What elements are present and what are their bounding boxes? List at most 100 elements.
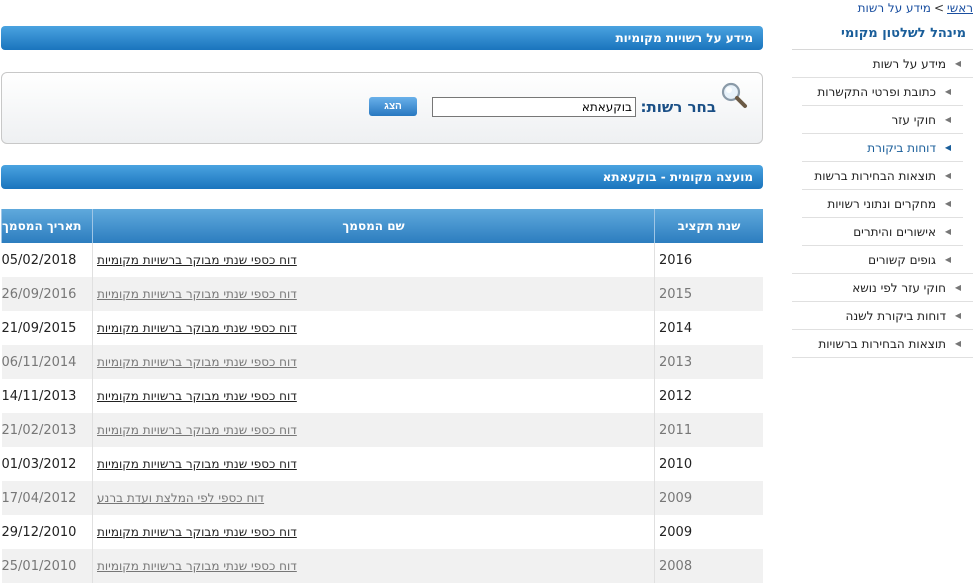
sidebar-item-audit-reports[interactable]: ◀ דוחות ביקורת xyxy=(802,134,963,162)
sidebar-item-authority-info[interactable]: ◀ מידע על רשות xyxy=(792,50,973,78)
sidebar-item-label: תוצאות הבחירות ברשות xyxy=(814,168,936,183)
cell-document: דוח כספי שנתי מבוקר ברשויות מקומיות xyxy=(92,413,655,447)
document-link[interactable]: דוח כספי שנתי מבוקר ברשויות מקומיות xyxy=(97,355,297,369)
arrow-left-icon: ◀ xyxy=(954,59,961,68)
cell-document: דוח כספי שנתי מבוקר ברשויות מקומיות xyxy=(92,243,655,277)
sidebar-item-related-bodies[interactable]: ◀ גופים קשורים xyxy=(802,246,963,273)
cell-document: דוח כספי שנתי מבוקר ברשויות מקומיות xyxy=(92,277,655,311)
breadcrumb-home-link[interactable]: ראשי xyxy=(947,1,973,15)
cell-year: 2009 xyxy=(654,515,763,549)
column-header-document[interactable]: שם המסמך xyxy=(92,209,655,243)
cell-document: דוח כספי שנתי מבוקר ברשויות מקומיות xyxy=(92,345,655,379)
cell-year: 2015 xyxy=(654,277,763,311)
sidebar-item-label: כתובת ופרטי התקשרות xyxy=(817,84,936,99)
sidebar-item-bylaws-by-topic[interactable]: ◀ חוקי עזר לפי נושא xyxy=(792,273,973,302)
council-title-bar: מועצה מקומית - בוקעאתא xyxy=(1,165,763,189)
cell-document: דוח כספי שנתי מבוקר ברשויות מקומיות xyxy=(92,515,655,549)
sidebar-item-election-results[interactable]: ◀ תוצאות הבחירות ברשות xyxy=(802,162,963,190)
table-row: 2012 דוח כספי שנתי מבוקר ברשויות מקומיות 1… xyxy=(1,379,763,413)
show-button[interactable]: הצג xyxy=(369,97,417,116)
sidebar-item-label: אישורים והיתרים xyxy=(853,224,936,239)
cell-date: 05/02/2018 xyxy=(1,243,93,277)
table-row: 2015 דוח כספי שנתי מבוקר ברשויות מקומיות 2… xyxy=(1,277,763,311)
table-row: 2009 דוח כספי שנתי מבוקר ברשויות מקומיות 2… xyxy=(1,515,763,549)
cell-year: 2010 xyxy=(654,447,763,481)
cell-year: 2016 xyxy=(654,243,763,277)
cell-date: 01/03/2012 xyxy=(1,447,93,481)
table-row: 2009 דוח כספי לפי המלצת ועדת ברנע 17/04/20… xyxy=(1,481,763,515)
table-row: 2010 דוח כספי שנתי מבוקר ברשויות מקומיות 0… xyxy=(1,447,763,481)
cell-date: 21/02/2013 xyxy=(1,413,93,447)
cell-document: דוח כספי שנתי מבוקר ברשויות מקומיות xyxy=(92,311,655,345)
page-title: מידע על רשויות מקומיות xyxy=(615,31,753,45)
cell-date: 25/01/2010 xyxy=(1,549,93,583)
breadcrumb: ראשי>מידע על רשות xyxy=(858,1,973,15)
cell-year: 2012 xyxy=(654,379,763,413)
documents-table: שנת תקציב שם המסמך תאריך המסמך 2016 דוח כ… xyxy=(1,209,763,583)
sidebar-item-permits[interactable]: ◀ אישורים והיתרים xyxy=(802,218,963,246)
table-header-row: שנת תקציב שם המסמך תאריך המסמך xyxy=(1,209,763,243)
column-header-date[interactable]: תאריך המסמך xyxy=(1,209,93,243)
sidebar-item-label: תוצאות הבחירות ברשויות xyxy=(818,336,946,351)
cell-date: 29/12/2010 xyxy=(1,515,93,549)
cell-document: דוח כספי שנתי מבוקר ברשויות מקומיות xyxy=(92,549,655,583)
authority-select-label: בחר רשות: xyxy=(640,98,716,116)
cell-document: דוח כספי שנתי מבוקר ברשויות מקומיות xyxy=(92,379,655,413)
table-row: 2013 דוח כספי שנתי מבוקר ברשויות מקומיות 0… xyxy=(1,345,763,379)
breadcrumb-separator: > xyxy=(933,1,945,15)
table-row: 2014 דוח כספי שנתי מבוקר ברשויות מקומיות 2… xyxy=(1,311,763,345)
sidebar-item-audit-by-year[interactable]: ◀ דוחות ביקורת לשנה xyxy=(792,302,973,330)
arrow-left-icon: ◀ xyxy=(944,255,951,264)
cell-year: 2009 xyxy=(654,481,763,515)
document-link[interactable]: דוח כספי שנתי מבוקר ברשויות מקומיות xyxy=(97,559,297,573)
document-link[interactable]: דוח כספי שנתי מבוקר ברשויות מקומיות xyxy=(97,389,297,403)
sidebar-item-contact[interactable]: ◀ כתובת ופרטי התקשרות xyxy=(802,78,963,106)
cell-year: 2008 xyxy=(654,549,763,583)
arrow-left-icon: ◀ xyxy=(944,199,951,208)
sidebar-item-label: דוחות ביקורת לשנה xyxy=(845,308,946,323)
column-header-year[interactable]: שנת תקציב xyxy=(654,209,763,243)
table-row: 2011 דוח כספי שנתי מבוקר ברשויות מקומיות 2… xyxy=(1,413,763,447)
document-link[interactable]: דוח כספי לפי המלצת ועדת ברנע xyxy=(97,491,264,505)
sidebar-item-label: מידע על רשות xyxy=(872,56,946,71)
sidebar-item-bylaws[interactable]: ◀ חוקי עזר xyxy=(802,106,963,134)
sidebar: מינהל לשלטון מקומי ◀ מידע על רשות ◀ כתובת … xyxy=(792,22,973,358)
cell-document: דוח כספי לפי המלצת ועדת ברנע xyxy=(92,481,655,515)
cell-year: 2011 xyxy=(654,413,763,447)
breadcrumb-current[interactable]: מידע על רשות xyxy=(858,1,931,15)
sidebar-item-label: חוקי עזר לפי נושא xyxy=(852,280,946,295)
arrow-left-icon: ◀ xyxy=(944,115,951,124)
arrow-left-icon: ◀ xyxy=(944,87,951,96)
table-row: 2016 דוח כספי שנתי מבוקר ברשויות מקומיות 0… xyxy=(1,243,763,277)
search-panel: בחר רשות: הצג xyxy=(1,72,763,144)
document-link[interactable]: דוח כספי שנתי מבוקר ברשויות מקומיות xyxy=(97,457,297,471)
document-link[interactable]: דוח כספי שנתי מבוקר ברשויות מקומיות xyxy=(97,321,297,335)
cell-date: 17/04/2012 xyxy=(1,481,93,515)
cell-year: 2013 xyxy=(654,345,763,379)
cell-date: 21/09/2015 xyxy=(1,311,93,345)
arrow-left-icon: ◀ xyxy=(944,171,951,180)
cell-document: דוח כספי שנתי מבוקר ברשויות מקומיות xyxy=(92,447,655,481)
document-link[interactable]: דוח כספי שנתי מבוקר ברשויות מקומיות xyxy=(97,423,297,437)
document-link[interactable]: דוח כספי שנתי מבוקר ברשויות מקומיות xyxy=(97,253,297,267)
sidebar-item-label: חוקי עזר xyxy=(891,112,936,127)
document-link[interactable]: דוח כספי שנתי מבוקר ברשויות מקומיות xyxy=(97,287,297,301)
council-title: מועצה מקומית - בוקעאתא xyxy=(602,170,753,184)
page-title-bar: מידע על רשויות מקומיות xyxy=(1,26,763,50)
cell-date: 06/11/2014 xyxy=(1,345,93,379)
sidebar-item-elections-all[interactable]: ◀ תוצאות הבחירות ברשויות xyxy=(792,330,973,358)
arrow-left-icon: ◀ xyxy=(954,339,961,348)
document-link[interactable]: דוח כספי שנתי מבוקר ברשויות מקומיות xyxy=(97,525,297,539)
magnifier-icon xyxy=(720,81,748,113)
arrow-left-icon: ◀ xyxy=(944,227,951,236)
arrow-left-icon: ◀ xyxy=(954,311,961,320)
authority-input[interactable] xyxy=(432,97,636,117)
cell-date: 26/09/2016 xyxy=(1,277,93,311)
cell-year: 2014 xyxy=(654,311,763,345)
sidebar-item-label: גופים קשורים xyxy=(868,252,936,267)
sidebar-item-research-data[interactable]: ◀ מחקרים ונתוני רשויות xyxy=(802,190,963,218)
cell-date: 14/11/2013 xyxy=(1,379,93,413)
arrow-left-icon: ◀ xyxy=(954,283,961,292)
sidebar-item-label: מחקרים ונתוני רשויות xyxy=(827,196,936,211)
sidebar-item-label: דוחות ביקורת xyxy=(867,140,936,155)
